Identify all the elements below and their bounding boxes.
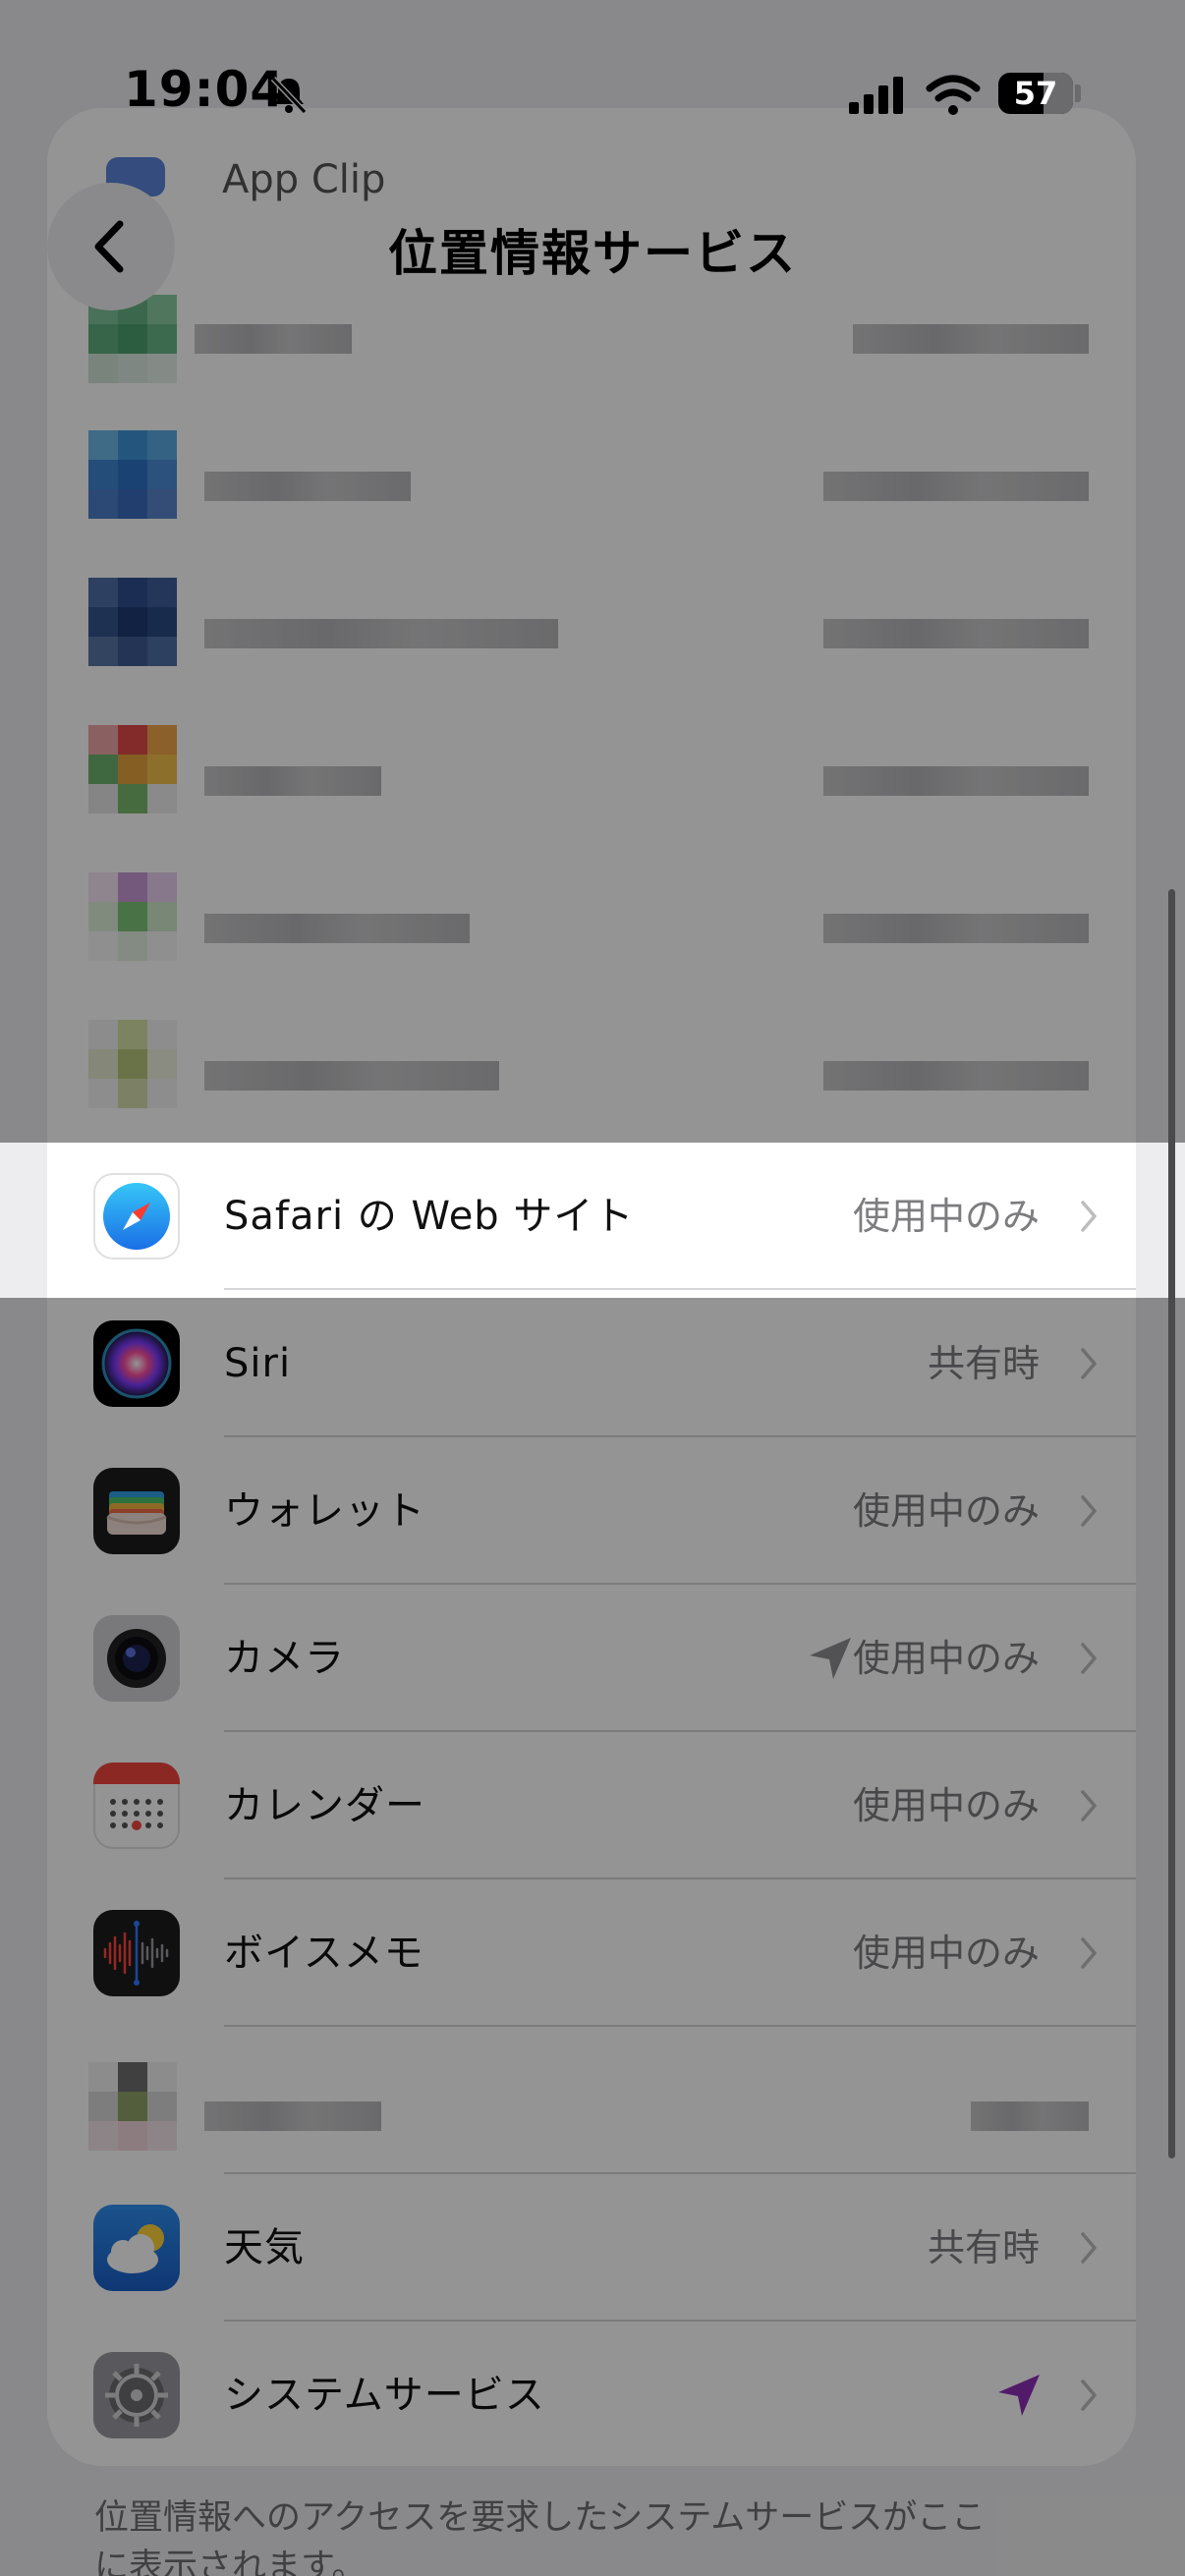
row-label: システムサービス bbox=[224, 2373, 545, 2418]
blurred-app-icon bbox=[88, 1020, 177, 1108]
blurred-app-value bbox=[823, 472, 1089, 501]
blurred-app-icon bbox=[88, 578, 177, 666]
blurred-app-row[interactable] bbox=[47, 2027, 1136, 2174]
blurred-app-value bbox=[823, 1061, 1089, 1091]
row-value: 共有時 bbox=[927, 2226, 1040, 2269]
row-camera[interactable]: カメラ 使用中のみ bbox=[47, 1585, 1136, 1732]
silent-bell-icon bbox=[270, 76, 308, 115]
blurred-app-value bbox=[823, 619, 1089, 648]
row-siri[interactable]: Siri 共有時 bbox=[47, 1290, 1136, 1437]
blurred-app-value bbox=[853, 324, 1089, 354]
blurred-app-name bbox=[204, 472, 411, 501]
blurred-app-name bbox=[204, 2101, 381, 2131]
row-value: 使用中のみ bbox=[852, 1784, 1040, 1827]
row-value: 使用中のみ bbox=[852, 1489, 1040, 1533]
screen: App Clip Safari の Web サイト 使用中のみ Siri 共有時… bbox=[0, 0, 1185, 2576]
chevron-right-icon bbox=[1081, 1348, 1097, 1379]
row-label: Siri bbox=[224, 1341, 292, 1386]
row-label: カメラ bbox=[224, 1636, 345, 1681]
battery-level: 57 bbox=[1013, 75, 1058, 112]
blurred-app-name bbox=[204, 766, 381, 796]
row-label: 天気 bbox=[224, 2225, 305, 2270]
status-bar: 19:04 57 bbox=[0, 0, 1185, 147]
safari-icon bbox=[93, 1173, 180, 1260]
row-label: Safari の Web サイト bbox=[224, 1194, 635, 1239]
row-system-services[interactable]: システムサービス bbox=[47, 2322, 1136, 2469]
blurred-app-row[interactable] bbox=[47, 707, 1136, 835]
chevron-right-icon bbox=[1081, 2232, 1097, 2264]
weather-icon bbox=[93, 2205, 180, 2291]
wallet-icon bbox=[93, 1468, 180, 1554]
battery-tip bbox=[1075, 84, 1081, 102]
blurred-app-name bbox=[195, 324, 352, 354]
blurred-app-row[interactable] bbox=[47, 277, 1136, 385]
row-value: 使用中のみ bbox=[852, 1932, 1040, 1975]
siri-icon bbox=[93, 1320, 180, 1407]
chevron-right-icon bbox=[1081, 2380, 1097, 2411]
row-label: ボイスメモ bbox=[224, 1931, 424, 1976]
camera-icon bbox=[93, 1615, 180, 1702]
app-clip-label: App Clip bbox=[222, 157, 386, 202]
row-label: ウォレット bbox=[224, 1488, 425, 1534]
status-time: 19:04 bbox=[124, 61, 286, 118]
page-title: 位置情報サービス bbox=[388, 225, 797, 282]
system-services-icon bbox=[93, 2352, 180, 2438]
chevron-right-icon bbox=[1081, 1937, 1097, 1969]
row-wallet[interactable]: ウォレット 使用中のみ bbox=[47, 1437, 1136, 1585]
blurred-app-row[interactable] bbox=[47, 413, 1136, 540]
location-arrow-purple-icon bbox=[998, 2375, 1040, 2416]
scroll-indicator[interactable] bbox=[1168, 889, 1175, 2158]
row-value: 共有時 bbox=[927, 1342, 1040, 1385]
battery-icon: 57 bbox=[998, 73, 1073, 114]
blurred-app-name bbox=[204, 1061, 499, 1091]
calendar-icon bbox=[93, 1763, 180, 1849]
blurred-app-value bbox=[823, 766, 1089, 796]
app-clip-row[interactable]: App Clip bbox=[98, 157, 1081, 216]
wifi-icon bbox=[926, 75, 981, 115]
blurred-app-icon bbox=[88, 725, 177, 813]
blurred-app-row[interactable] bbox=[47, 855, 1136, 982]
row-calendar[interactable]: カレンダー 使用中のみ bbox=[47, 1732, 1136, 1879]
row-value: 使用中のみ bbox=[852, 1637, 1040, 1680]
blurred-app-value bbox=[823, 914, 1089, 943]
blurred-app-value bbox=[971, 2101, 1089, 2131]
blurred-app-row[interactable] bbox=[47, 1002, 1136, 1130]
row-safari-websites[interactable]: Safari の Web サイト 使用中のみ bbox=[47, 1143, 1136, 1290]
voice-memos-icon bbox=[93, 1910, 180, 1996]
blurred-app-icon bbox=[88, 2062, 177, 2151]
blurred-app-name bbox=[204, 914, 470, 943]
footer-note: 位置情報へのアクセスを要求したシステムサービスがここに表示されます。 bbox=[94, 2498, 987, 2576]
chevron-right-icon bbox=[1081, 1495, 1097, 1527]
blurred-app-name bbox=[204, 619, 558, 648]
blurred-app-icon bbox=[88, 430, 177, 519]
row-value: 使用中のみ bbox=[852, 1195, 1040, 1238]
row-voice-memos[interactable]: ボイスメモ 使用中のみ bbox=[47, 1879, 1136, 2027]
cellular-signal-icon bbox=[849, 77, 903, 114]
location-arrow-icon bbox=[810, 1638, 851, 1679]
blurred-app-icon bbox=[88, 872, 177, 961]
row-label: カレンダー bbox=[224, 1783, 425, 1828]
chevron-right-icon bbox=[1081, 1790, 1097, 1821]
blurred-app-row[interactable] bbox=[47, 560, 1136, 688]
chevron-right-icon bbox=[1081, 1643, 1097, 1674]
row-weather[interactable]: 天気 共有時 bbox=[47, 2174, 1136, 2322]
chevron-right-icon bbox=[1081, 1201, 1097, 1232]
